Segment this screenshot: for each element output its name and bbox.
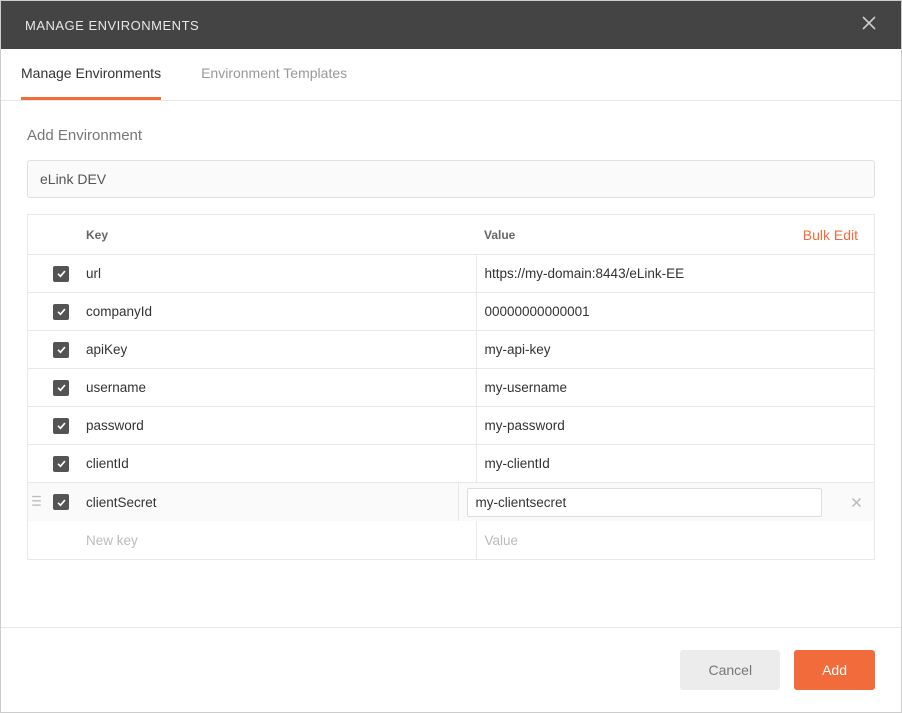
row-checkbox[interactable] xyxy=(53,418,69,434)
tab-label: Environment Templates xyxy=(201,65,347,81)
add-button[interactable]: Add xyxy=(794,650,875,690)
row-checkbox[interactable] xyxy=(53,342,69,358)
table-row[interactable]: urlhttps://my-domain:8443/eLink-EE xyxy=(28,255,874,293)
tab-manage-environments[interactable]: Manage Environments xyxy=(21,49,161,100)
variable-value[interactable]: my-clientId xyxy=(477,445,875,482)
header-value-label: Value xyxy=(484,228,515,242)
variable-key[interactable]: clientId xyxy=(78,445,477,482)
table-row[interactable]: companyId00000000000001 xyxy=(28,293,874,331)
variable-key[interactable]: password xyxy=(78,407,477,444)
variable-key[interactable]: url xyxy=(78,255,477,292)
variable-key[interactable]: clientSecret xyxy=(78,483,459,521)
manage-environments-dialog: MANAGE ENVIRONMENTS Manage Environments … xyxy=(0,0,902,713)
section-heading: Add Environment xyxy=(27,127,875,144)
variable-value[interactable]: my-password xyxy=(477,407,875,444)
variable-value[interactable]: my-api-key xyxy=(477,331,875,368)
new-variable-row[interactable]: New key Value xyxy=(28,521,874,559)
cancel-button[interactable]: Cancel xyxy=(680,650,780,690)
row-checkbox-cell xyxy=(44,304,78,320)
dialog-content: Add Environment Key Value Bulk Edit urlh… xyxy=(1,101,901,627)
new-key-input[interactable]: New key xyxy=(78,521,477,559)
table-row[interactable]: clientSecret xyxy=(28,483,874,521)
tabs: Manage Environments Environment Template… xyxy=(1,49,901,101)
dialog-footer: Cancel Add xyxy=(1,627,901,712)
row-checkbox-cell xyxy=(44,380,78,396)
row-checkbox[interactable] xyxy=(53,456,69,472)
environment-name-input[interactable] xyxy=(27,160,875,198)
table-row[interactable]: usernamemy-username xyxy=(28,369,874,407)
variables-table: Key Value Bulk Edit urlhttps://my-domain… xyxy=(27,214,875,560)
row-checkbox-cell xyxy=(44,494,78,510)
row-checkbox-cell xyxy=(44,342,78,358)
variable-value-input[interactable] xyxy=(467,488,823,517)
variable-value[interactable] xyxy=(459,483,839,521)
table-header: Key Value Bulk Edit xyxy=(28,215,874,255)
variable-key[interactable]: companyId xyxy=(78,293,477,330)
header-col-key: Key xyxy=(78,228,476,242)
row-checkbox[interactable] xyxy=(53,266,69,282)
row-checkbox-cell xyxy=(44,456,78,472)
row-checkbox[interactable] xyxy=(53,494,69,510)
variable-value[interactable]: https://my-domain:8443/eLink-EE xyxy=(477,255,875,292)
variable-value[interactable]: my-username xyxy=(477,369,875,406)
table-row[interactable]: clientIdmy-clientId xyxy=(28,445,874,483)
header-col-value: Value Bulk Edit xyxy=(476,228,874,242)
table-row[interactable]: passwordmy-password xyxy=(28,407,874,445)
dialog-titlebar: MANAGE ENVIRONMENTS xyxy=(1,1,901,49)
bulk-edit-link[interactable]: Bulk Edit xyxy=(803,227,858,243)
drag-handle-icon[interactable] xyxy=(28,495,44,510)
row-checkbox-cell xyxy=(44,418,78,434)
close-icon[interactable] xyxy=(861,15,877,35)
table-row[interactable]: apiKeymy-api-key xyxy=(28,331,874,369)
tab-label: Manage Environments xyxy=(21,65,161,81)
dialog-title: MANAGE ENVIRONMENTS xyxy=(25,18,199,33)
variable-key[interactable]: apiKey xyxy=(78,331,477,368)
variable-value[interactable]: 00000000000001 xyxy=(477,293,875,330)
row-checkbox[interactable] xyxy=(53,380,69,396)
row-checkbox-cell xyxy=(44,266,78,282)
tab-environment-templates[interactable]: Environment Templates xyxy=(201,49,347,100)
row-checkbox[interactable] xyxy=(53,304,69,320)
delete-row-icon[interactable] xyxy=(838,496,874,509)
variable-key[interactable]: username xyxy=(78,369,477,406)
new-value-input[interactable]: Value xyxy=(477,521,875,559)
